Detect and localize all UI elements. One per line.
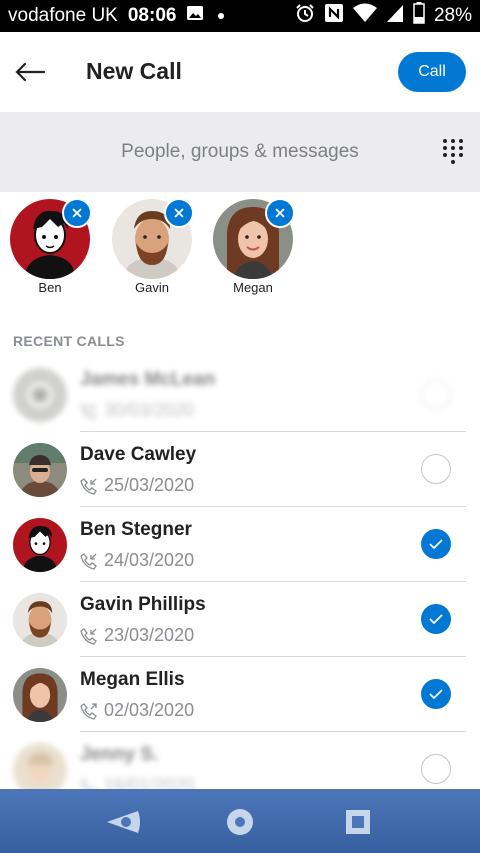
select-checkbox-checked[interactable] [421, 604, 451, 634]
back-triangle-icon [107, 811, 140, 833]
avatar [13, 518, 67, 572]
avatar [13, 668, 67, 722]
list-item[interactable]: Gavin Phillips 23/03/2020 [0, 582, 480, 657]
back-arrow-icon [15, 62, 46, 82]
call-date: 25/03/2020 [80, 475, 194, 496]
call-date: 24/03/2020 [80, 550, 194, 571]
remove-ben-button[interactable] [62, 198, 92, 228]
image-icon [186, 5, 204, 27]
back-button[interactable] [10, 52, 50, 92]
contact-name: Megan Ellis [80, 669, 185, 690]
notification-dot-icon [218, 13, 225, 19]
nav-back-button[interactable] [104, 807, 144, 837]
page-title: New Call [86, 58, 182, 84]
selected-contact-name: Ben [38, 280, 62, 295]
select-checkbox[interactable] [421, 754, 451, 784]
contact-name: Ben Stegner [80, 519, 192, 540]
status-bar: vodafone UK 08:06 28% [0, 0, 480, 32]
checkmark-icon [429, 689, 443, 700]
section-heading-recent-calls: RECENT CALLS [13, 333, 125, 349]
avatar [13, 443, 67, 497]
call-date: 30/03/2020 [80, 400, 194, 421]
select-checkbox-checked[interactable] [421, 529, 451, 559]
call-button[interactable]: Call [398, 52, 466, 92]
nav-home-button[interactable] [220, 807, 260, 837]
clock: 08:06 [127, 5, 177, 26]
alarm-icon [295, 3, 315, 29]
checkmark-icon [429, 614, 443, 625]
select-checkbox[interactable] [421, 379, 451, 409]
contact-name: Gavin Phillips [80, 594, 206, 615]
battery-icon [413, 2, 425, 30]
home-circle-icon [227, 809, 253, 835]
system-navigation-bar [0, 789, 480, 853]
wifi-icon [352, 3, 377, 29]
carrier-label: vodafone UK [8, 5, 118, 26]
remove-megan-button[interactable] [265, 198, 295, 228]
checkmark-icon [429, 539, 443, 550]
call-date-text: 30/03/2020 [104, 400, 195, 420]
list-item[interactable]: Megan Ellis 02/03/2020 [0, 657, 480, 732]
close-icon [72, 208, 82, 218]
list-item[interactable]: Dave Cawley 25/03/2020 [0, 432, 480, 507]
recents-square-icon [346, 810, 370, 834]
nav-recents-button[interactable] [338, 807, 378, 837]
close-icon [275, 208, 285, 218]
nfc-icon [324, 3, 344, 29]
dialpad-icon[interactable] [442, 138, 464, 166]
call-date: 02/03/2020 [80, 700, 194, 721]
incoming-call-icon [80, 552, 97, 570]
outgoing-call-icon [80, 702, 97, 720]
selected-contact-gavin[interactable]: Gavin [111, 198, 194, 298]
contact-name: Dave Cawley [80, 444, 197, 465]
avatar [13, 593, 67, 647]
incoming-call-icon [80, 477, 97, 495]
selected-contact-name: Gavin [135, 280, 169, 295]
call-date-text: 23/03/2020 [104, 625, 195, 645]
call-date-text: 02/03/2020 [104, 700, 195, 720]
battery-percent: 28% [433, 5, 472, 26]
header: New Call Call [0, 32, 480, 112]
selected-contact-ben[interactable]: Ben [9, 198, 92, 298]
list-item[interactable]: James McLean 30/03/2020 [0, 357, 480, 432]
remove-gavin-button[interactable] [164, 198, 194, 228]
call-date-text: 25/03/2020 [104, 475, 195, 495]
incoming-call-icon [80, 402, 97, 420]
selected-contact-megan[interactable]: Megan [212, 198, 295, 298]
select-checkbox[interactable] [421, 454, 451, 484]
search-input[interactable]: People, groups & messages [121, 141, 359, 163]
contact-name: Jenny S. [80, 744, 159, 765]
call-date-text: 24/03/2020 [104, 550, 195, 570]
call-date: 23/03/2020 [80, 625, 194, 646]
contact-name: James McLean [80, 369, 216, 390]
incoming-call-icon [80, 627, 97, 645]
close-icon [174, 208, 184, 218]
search-bar[interactable]: People, groups & messages [0, 112, 480, 192]
select-checkbox-checked[interactable] [421, 679, 451, 709]
signal-icon [386, 3, 404, 29]
selected-contact-name: Megan [233, 280, 273, 295]
list-item[interactable]: Ben Stegner 24/03/2020 [0, 507, 480, 582]
avatar [13, 368, 67, 422]
